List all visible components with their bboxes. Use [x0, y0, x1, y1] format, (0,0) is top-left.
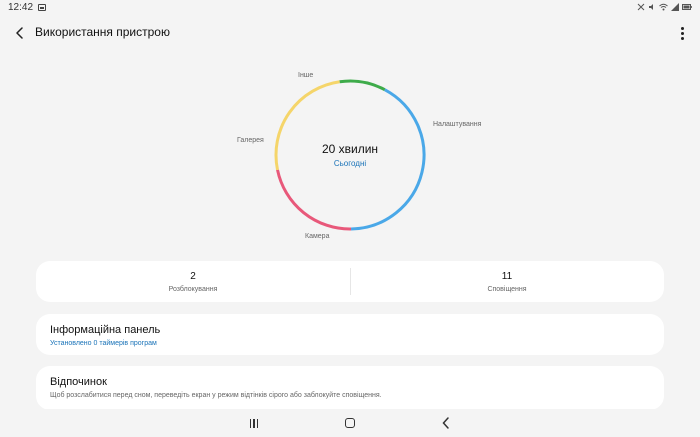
donut-segment-other[interactable] — [339, 79, 386, 91]
usage-period: Сьогодні — [333, 159, 367, 168]
segment-label-camera: Камера — [305, 233, 330, 240]
total-usage-time: 20 хвилин — [321, 142, 379, 156]
unlocks-stat[interactable]: 2 Розблокування — [36, 261, 350, 302]
segment-label-gallery: Галерея — [237, 137, 264, 144]
segment-label-other: Інше — [298, 72, 314, 79]
back-icon — [442, 417, 449, 429]
dashboard-card[interactable]: Інформаційна панель Установлено 0 таймер… — [36, 314, 664, 355]
segment-label-settings: Налаштування — [433, 121, 482, 128]
recents-bar — [253, 418, 255, 428]
donut-segment-camera[interactable] — [276, 169, 352, 231]
unlocks-label: Розблокування — [168, 285, 218, 293]
navigation-bar — [0, 409, 700, 437]
home-icon — [345, 418, 355, 428]
stats-card: 2 Розблокування 11 Сповіщення — [36, 261, 664, 302]
dashboard-subtitle: Установлено 0 таймерів програм — [50, 340, 157, 347]
unlocks-count: 2 — [190, 270, 196, 282]
recents-icon — [249, 418, 252, 428]
wind-down-card[interactable]: Відпочинок Щоб розслабитися перед сном, … — [36, 366, 664, 410]
notifications-label: Сповіщення — [487, 285, 527, 293]
wind-down-title: Відпочинок — [50, 376, 107, 388]
dashboard-title: Інформаційна панель — [50, 324, 161, 336]
notifications-stat[interactable]: 11 Сповіщення — [350, 261, 664, 302]
notifications-count: 11 — [501, 270, 513, 282]
wind-down-subtitle: Щоб розслабитися перед сном, переведіть … — [50, 392, 382, 399]
nav-back-button[interactable] — [438, 415, 454, 431]
recents-bar — [256, 418, 259, 428]
donut-segment-gallery[interactable] — [274, 80, 340, 171]
home-button[interactable] — [342, 415, 358, 431]
recents-button[interactable] — [246, 415, 262, 431]
